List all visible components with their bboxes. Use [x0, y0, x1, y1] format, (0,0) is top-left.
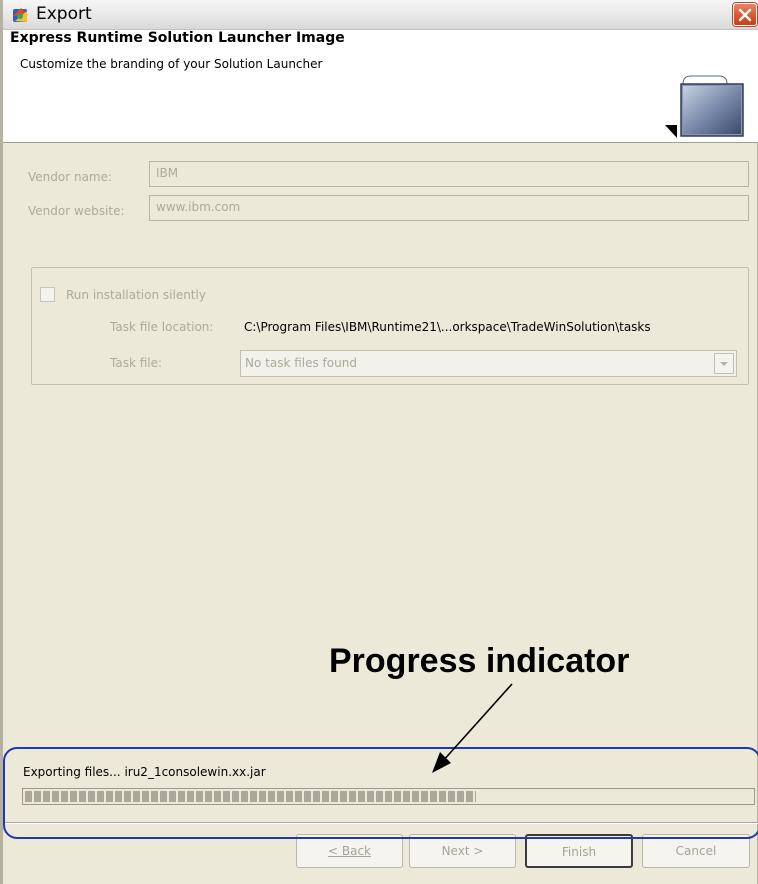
task-file-selected: No task files found: [245, 356, 357, 370]
eclipse-app-icon: [13, 8, 28, 22]
progress-highlight-outline: [3, 747, 758, 839]
run-silently-checkbox[interactable]: [40, 287, 55, 302]
dropdown-arrow-button[interactable]: [714, 353, 734, 374]
wizard-banner: Express Runtime Solution Launcher Image …: [3, 30, 758, 143]
run-silently-label: Run installation silently: [66, 288, 206, 302]
task-file-location-value: C:\Program Files\IBM\Runtime21\...orkspa…: [244, 320, 651, 334]
annotation-label: Progress indicator: [329, 642, 630, 680]
next-button[interactable]: Next >: [409, 834, 516, 868]
vendor-website-label: Vendor website:: [28, 204, 125, 218]
finish-button[interactable]: Finish: [525, 834, 633, 868]
annotation-arrow-icon: [432, 683, 513, 773]
vendor-website-field[interactable]: www.ibm.com: [149, 195, 749, 221]
cancel-button[interactable]: Cancel: [642, 834, 750, 868]
close-icon: [738, 8, 752, 22]
task-file-label: Task file:: [110, 356, 163, 370]
next-button-label: Next >: [441, 844, 484, 858]
task-file-location-label: Task file location:: [110, 320, 214, 334]
task-file-dropdown[interactable]: No task files found: [240, 350, 737, 377]
vendor-name-field[interactable]: IBM: [149, 161, 749, 187]
title-bar[interactable]: Export: [3, 0, 758, 30]
window-title: Export: [36, 4, 92, 24]
close-button[interactable]: [733, 3, 757, 26]
finish-button-label: Finish: [561, 845, 597, 859]
cancel-button-label: Cancel: [675, 844, 717, 858]
back-button-label: < Back: [327, 844, 371, 858]
export-image-icon: [665, 75, 744, 138]
wizard-page-title: Express Runtime Solution Launcher Image: [10, 30, 345, 46]
vendor-name-label: Vendor name:: [28, 170, 113, 184]
back-button[interactable]: < Back: [296, 834, 403, 868]
wizard-page-description: Customize the branding of your Solution …: [20, 57, 323, 71]
chevron-down-icon: [720, 362, 728, 366]
